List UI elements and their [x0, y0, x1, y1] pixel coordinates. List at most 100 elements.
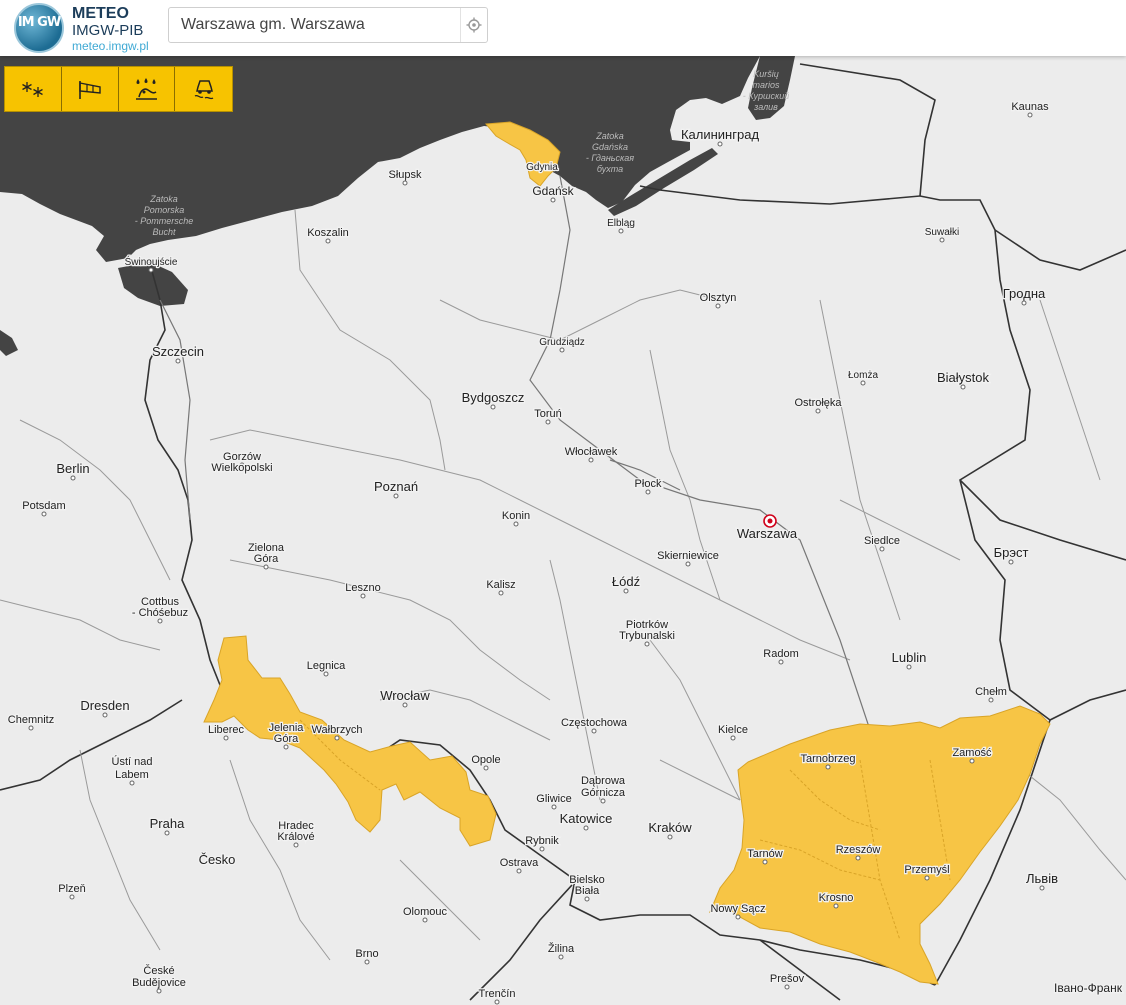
city-label: Berlin — [56, 461, 89, 476]
city-label: Słupsk — [388, 169, 422, 181]
city-dot — [422, 917, 428, 923]
city-dot — [906, 664, 912, 670]
city-dot — [263, 564, 269, 570]
city-label: Bydgoszcz — [462, 390, 525, 405]
city-dot — [148, 267, 154, 273]
city-dot — [685, 561, 691, 567]
city-label: Labem — [115, 769, 149, 781]
city-label: Chełm — [975, 686, 1007, 698]
city-label: Szczecin — [152, 344, 204, 359]
city-label: Gliwice — [536, 793, 571, 805]
city-dot — [539, 846, 545, 852]
city-cesko: Česko — [197, 851, 236, 869]
city-label: Skierniewice — [657, 550, 719, 562]
city-label: Góra — [274, 733, 299, 745]
brand-url[interactable]: meteo.imgw.pl — [72, 39, 149, 53]
sea-label-pomorska-2: Pomorska — [144, 205, 185, 215]
snow-warning-button[interactable] — [5, 67, 62, 111]
city-label: Gdynia — [526, 162, 558, 173]
city-dot — [494, 999, 500, 1005]
city-dot — [402, 180, 408, 186]
city-label: Gdańsk — [532, 184, 574, 198]
city-label: Świnoujście — [125, 255, 178, 268]
city-label: Česko — [199, 852, 236, 867]
city-label: Łomża — [848, 370, 878, 381]
city-label: Калининград — [681, 127, 759, 142]
city-dot — [1027, 112, 1033, 118]
city-label: Liberec — [208, 724, 245, 736]
city-label: Kaunas — [1011, 101, 1049, 113]
city-dot — [157, 618, 163, 624]
city-label: Brno — [355, 948, 378, 960]
city-dot — [717, 141, 723, 147]
city-label: Elbląg — [607, 218, 635, 229]
city-dot — [988, 697, 994, 703]
city-label: Biała — [575, 885, 600, 897]
city-label: Ostrołęka — [794, 397, 842, 409]
city-label: Ostrava — [500, 857, 539, 869]
wind-warning-button[interactable] — [62, 67, 119, 111]
city-dot — [645, 489, 651, 495]
locate-button[interactable] — [460, 8, 487, 42]
city-label: Plzeň — [58, 883, 86, 895]
freezing-rain-warning-button[interactable] — [119, 67, 176, 111]
city-label: Chemnitz — [8, 714, 54, 726]
city-dot — [483, 765, 489, 771]
city-dot — [833, 903, 839, 909]
snowflakes-icon — [22, 82, 43, 97]
selected-location-marker[interactable] — [763, 514, 777, 528]
slippery-road-warning-button[interactable] — [175, 67, 232, 111]
city-label: Tarnobrzeg — [800, 753, 855, 765]
city-dot — [393, 493, 399, 499]
city-label: Zamość — [952, 747, 992, 759]
city-dot — [762, 859, 768, 865]
city-label: Брэст — [994, 545, 1029, 560]
city-dot — [41, 511, 47, 517]
city-dot — [70, 475, 76, 481]
sea-label-kursiu-2: marios — [752, 80, 780, 90]
city-label: Częstochowa — [561, 717, 628, 729]
sea-label-kursiu-3: - Куршский — [743, 91, 789, 101]
city-label: Kalisz — [486, 579, 515, 591]
city-dot — [735, 914, 741, 920]
city-label: Radom — [763, 648, 798, 660]
search-input[interactable] — [169, 8, 461, 42]
city-label: Гродна — [1003, 286, 1046, 301]
city-label: Ústí nad — [112, 755, 153, 768]
warning-map[interactable]: Zatoka Pomorska - Pommersche Bucht Zatok… — [0, 56, 1126, 1005]
city-dot — [1021, 300, 1027, 306]
city-label: Górnicza — [581, 787, 626, 799]
city-label: Siedlce — [864, 535, 900, 547]
city-label: Trybunalski — [619, 630, 675, 642]
city-dot — [69, 894, 75, 900]
city-label: Olsztyn — [700, 292, 737, 304]
city-label: Płock — [635, 478, 662, 490]
city-label: Budějovice — [132, 977, 186, 989]
city-label: Katowice — [560, 811, 613, 826]
city-label: Львів — [1026, 871, 1058, 886]
freezing-rain-icon — [136, 78, 158, 100]
city-dot — [498, 590, 504, 596]
city-label: Przemyśl — [904, 864, 949, 876]
sea-label-gdanska-3: - Гданьская — [586, 153, 634, 163]
city-dot — [588, 457, 594, 463]
city-label: Koszalin — [307, 227, 349, 239]
city-dot — [323, 671, 329, 677]
city-dot — [644, 641, 650, 647]
city-dot — [784, 984, 790, 990]
city-wielkopolski: Wielkopolski — [210, 461, 274, 476]
city-label: Warszawa — [737, 526, 798, 541]
sea-label-gdanska-2: Gdańska — [592, 142, 628, 152]
city-dot — [924, 875, 930, 881]
city-label: Kraków — [648, 820, 692, 835]
city-label: Івано-Франк — [1054, 981, 1123, 995]
city-dot — [550, 197, 556, 203]
sea-label-pomorska-4: Bucht — [152, 227, 176, 237]
city-label: České — [143, 964, 174, 977]
city-label: Włocławek — [565, 446, 618, 458]
imgw-logo[interactable]: IM GW — [14, 3, 64, 53]
city-dot — [402, 702, 408, 708]
city-dot — [164, 830, 170, 836]
city-dot — [360, 593, 366, 599]
city-dot — [545, 419, 551, 425]
